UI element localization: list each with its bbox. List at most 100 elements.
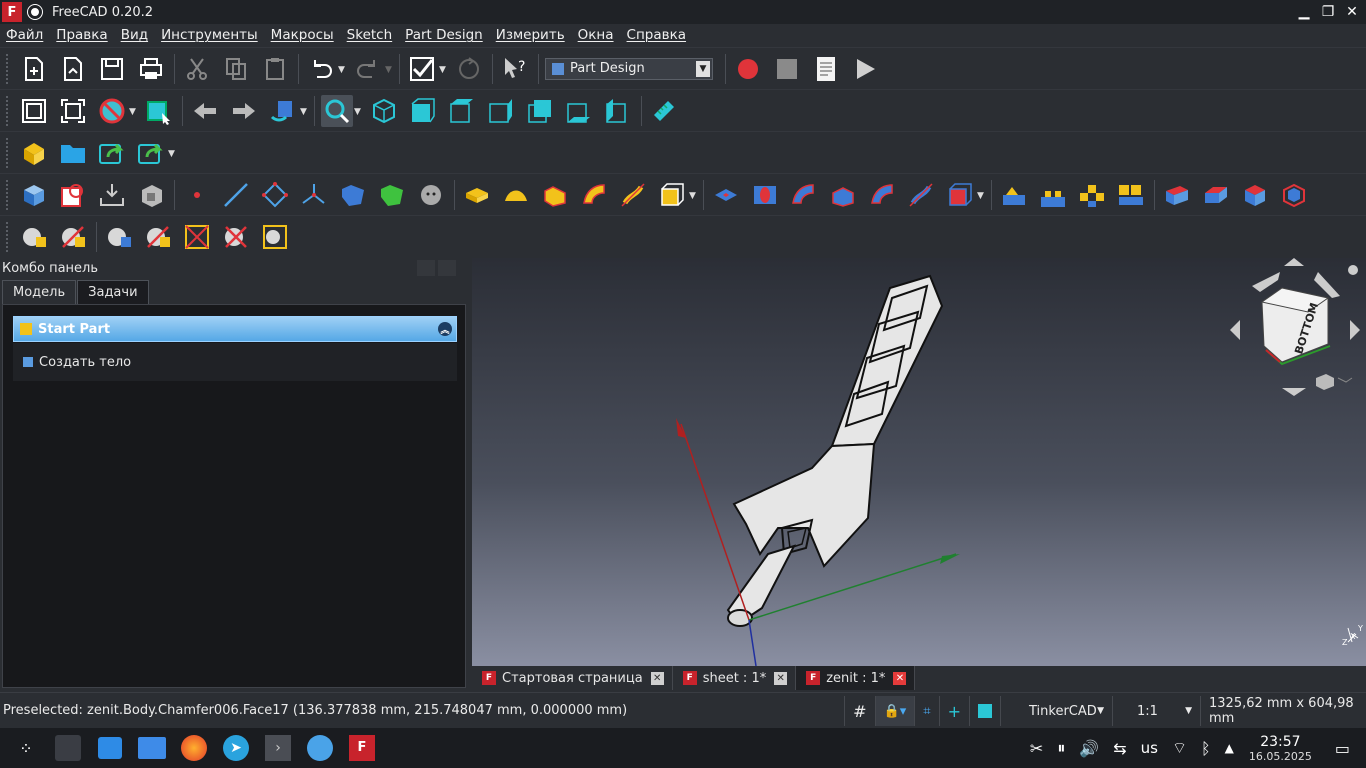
forward-button[interactable] [228,95,260,127]
measure-clear-button[interactable] [57,221,89,253]
3d-viewport[interactable]: BOTTOM X Y Z [472,258,1366,666]
macro-execute-button[interactable] [849,53,881,85]
menu-part-design[interactable]: Part Design [405,27,483,43]
grid-toggle-button[interactable]: # [844,696,874,726]
measure-toggle-all-button[interactable] [181,221,213,253]
std-view-isometric-button[interactable] [321,94,353,127]
subtractive-helix-button[interactable] [905,179,937,211]
taskbar-settings-button[interactable] [52,732,84,764]
menu-file[interactable]: Файл [6,27,43,43]
maximize-button[interactable]: ❐ [1318,2,1338,22]
draw-style-dropdown[interactable]: ▼ [129,107,137,117]
network-icon[interactable]: ⇆ [1113,739,1126,758]
measure-angular-button[interactable] [103,221,135,253]
save-button[interactable] [96,53,128,85]
undo-dropdown[interactable]: ▼ [338,65,346,75]
open-file-button[interactable] [57,53,89,85]
link-actions-button[interactable] [135,137,167,169]
link-actions-dropdown[interactable]: ▼ [168,149,176,159]
macro-record-button[interactable] [732,53,764,85]
chamfer-button[interactable] [1200,179,1232,211]
sync-view-button[interactable] [267,95,299,127]
view-left-button[interactable] [602,95,634,127]
snap-center-button[interactable]: + [938,696,969,726]
new-file-button[interactable] [18,53,50,85]
linear-pattern-button[interactable] [1037,179,1069,211]
tools-icon[interactable]: ✂ [1030,739,1043,758]
measure-refresh-button[interactable] [142,221,174,253]
create-part-button[interactable] [18,137,50,169]
create-body-task[interactable]: Создать тело [13,343,457,381]
datum-line-button[interactable] [220,179,252,211]
subtractive-primitive-dropdown[interactable]: ▼ [977,191,985,201]
snap-lock-button[interactable]: 🔒▾ [874,696,915,726]
zoom-selector[interactable]: 1:1 ▼ [1112,696,1200,726]
workbench-selector[interactable]: Part Design ▼ [545,57,713,80]
multi-transform-button[interactable] [1115,179,1147,211]
copy-button[interactable] [220,53,252,85]
recompute-button[interactable] [453,53,485,85]
refresh-button[interactable] [406,53,438,85]
toolbar-handle[interactable] [6,53,10,84]
taskbar-telegram-button[interactable]: ➤ [220,732,252,764]
polar-pattern-button[interactable] [1076,179,1108,211]
datum-point-button[interactable] [181,179,213,211]
measure-toggle-delta-button[interactable] [259,221,291,253]
launcher-button[interactable]: ⁘ [10,732,42,764]
toolbar-handle[interactable] [6,221,10,252]
doc-tab-zenit[interactable]: F zenit : 1* ✕ [796,666,916,690]
view-top-button[interactable] [446,95,478,127]
subtractive-loft-button[interactable] [827,179,859,211]
redo-button[interactable] [352,53,384,85]
revolution-button[interactable] [500,179,532,211]
view-right-button[interactable] [485,95,517,127]
draw-style-button[interactable] [96,95,128,127]
create-body-button[interactable] [18,179,50,211]
fit-selection-button[interactable] [57,95,89,127]
macro-editor-button[interactable] [810,53,842,85]
float-panel-button[interactable] [417,260,435,276]
tab-tasks[interactable]: Задачи [77,280,149,304]
wifi-icon[interactable]: ⌔ [1172,738,1187,758]
snap-face-button[interactable] [969,696,1000,726]
refresh-dropdown[interactable]: ▼ [439,65,447,75]
cut-button[interactable] [181,53,213,85]
close-tab-icon[interactable]: ✕ [774,671,788,685]
view-isometric-button[interactable] [368,95,400,127]
fit-all-button[interactable] [18,95,50,127]
zoom-dropdown[interactable]: ▼ [354,107,362,117]
pause-icon[interactable]: ⏸ [1057,738,1065,758]
show-desktop-icon[interactable]: ▭ [1335,739,1350,758]
additive-pipe-button[interactable] [578,179,610,211]
subtractive-pipe-button[interactable] [866,179,898,211]
tab-model[interactable]: Модель [2,280,77,304]
toolbar-handle[interactable] [6,137,10,168]
additive-primitive-button[interactable] [656,179,688,211]
sync-view-dropdown[interactable]: ▼ [300,107,308,117]
tray-expand-icon[interactable]: ▲ [1225,741,1234,755]
taskbar-terminal-button[interactable]: › [262,732,294,764]
create-sketch-button[interactable] [57,179,89,211]
menu-measure[interactable]: Измерить [496,27,565,43]
pocket-button[interactable] [710,179,742,211]
macro-stop-button[interactable] [771,53,803,85]
view-front-button[interactable] [407,95,439,127]
menu-sketch[interactable]: Sketch [347,27,392,43]
start-part-task-header[interactable]: Start Part ︽ [13,316,457,342]
sprocket-button[interactable] [415,179,447,211]
taskbar-freecad-button[interactable]: F [346,732,378,764]
hole-button[interactable] [749,179,781,211]
print-button[interactable] [135,53,167,85]
bounding-box-button[interactable] [143,95,175,127]
paste-button[interactable] [259,53,291,85]
additive-primitive-dropdown[interactable]: ▼ [689,191,697,201]
draft-button[interactable] [1239,179,1271,211]
pin-icon[interactable] [28,5,42,19]
view-rear-button[interactable] [524,95,556,127]
taskbar-firefox-button[interactable] [178,732,210,764]
clone-button[interactable] [376,179,408,211]
additive-loft-button[interactable] [539,179,571,211]
subtractive-primitive-button[interactable] [944,179,976,211]
minimize-button[interactable]: ▁ [1294,2,1314,22]
measure-toggle-3d-button[interactable] [220,221,252,253]
